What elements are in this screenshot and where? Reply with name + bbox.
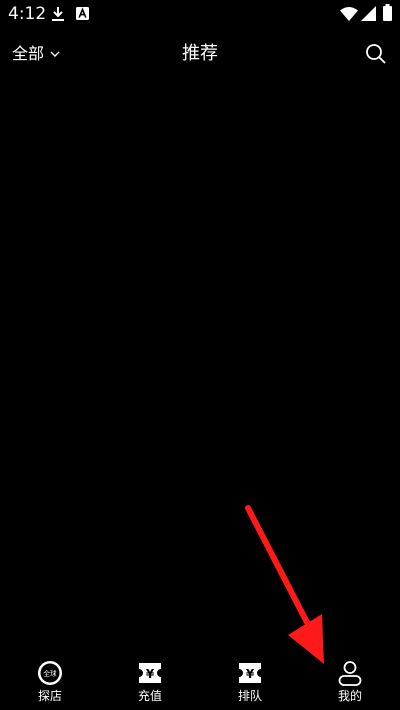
explore-store-badge: 全球 [44, 669, 58, 678]
recharge-ticket-icon: ¥ [136, 659, 164, 687]
wifi-icon [340, 7, 358, 21]
bottom-navigation: 全球 探店 ¥ 充值 ¥ 排队 我的 [0, 650, 400, 710]
search-button[interactable] [362, 40, 390, 68]
nav-item-profile[interactable]: 我的 [300, 650, 400, 710]
category-selector-label: 全部 [12, 44, 45, 63]
signal-icon [361, 6, 376, 21]
queue-badge: ¥ [246, 667, 255, 681]
chevron-down-icon [50, 51, 60, 57]
category-selector[interactable]: 全部 [12, 42, 60, 66]
explore-store-icon: 全球 [36, 659, 64, 687]
top-header: 全部 推荐 [0, 34, 400, 74]
nav-item-queue-label: 排队 [237, 689, 262, 703]
nav-item-explore-store-label: 探店 [37, 689, 62, 703]
nav-item-recharge-label: 充值 [137, 689, 162, 703]
queue-ticket-icon: ¥ [236, 659, 264, 687]
status-time: 4:12 [8, 4, 47, 24]
nav-item-recharge[interactable]: ¥ 充值 [100, 650, 200, 710]
nav-item-queue[interactable]: ¥ 排队 [200, 650, 300, 710]
download-icon [52, 7, 64, 21]
profile-icon [336, 659, 364, 687]
search-icon [366, 44, 386, 64]
recharge-badge: ¥ [146, 667, 155, 681]
status-bar: 4:12 [0, 0, 400, 28]
app-notification-icon [76, 7, 89, 20]
content-area [0, 80, 400, 646]
battery-icon [383, 4, 392, 21]
nav-item-explore-store[interactable]: 全球 探店 [0, 650, 100, 710]
nav-item-profile-label: 我的 [337, 689, 362, 703]
